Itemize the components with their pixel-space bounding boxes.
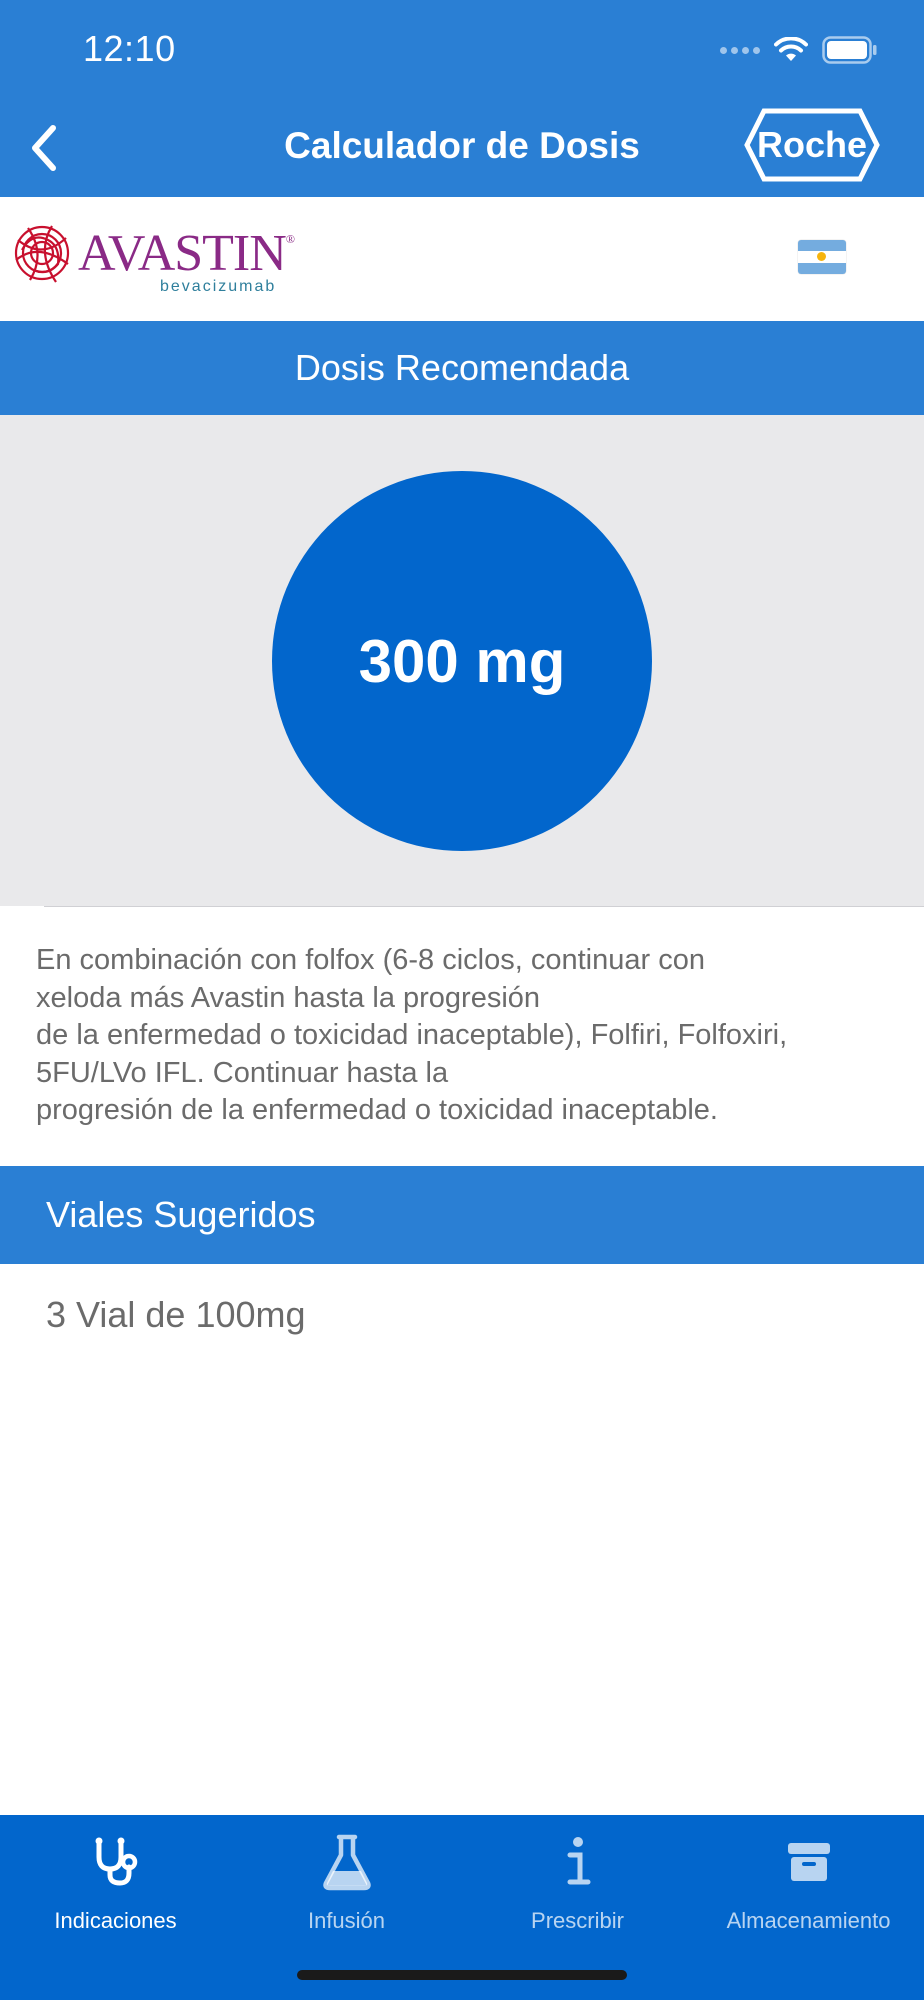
dose-section-header: Dosis Recomendada [0,321,924,415]
tab-label: Almacenamiento [726,1908,891,1933]
flask-icon [321,1830,373,1894]
divider [44,906,924,907]
description-line: En combinación con folfox (6-8 ciclos, c… [36,944,705,976]
info-icon [563,1830,593,1894]
description-line: 5FU/LVo IFL. Continuar hasta la [36,1056,449,1089]
avastin-logo-icon [8,220,76,286]
tab-label: Indicaciones [54,1908,177,1933]
cellular-signal-icon [720,46,760,54]
tab-almacenamiento[interactable]: Almacenamiento [693,1830,924,1950]
status-time: 12:10 [83,28,176,69]
battery-icon [822,36,878,64]
description-line: progresión de la enfermedad o toxicidad … [36,1094,718,1126]
vials-value: 3 Vial de 100mg [46,1294,306,1335]
stethoscope-icon [89,1830,143,1894]
wifi-icon [774,37,808,63]
roche-logo-text: Roche [757,124,867,165]
tab-prescribir[interactable]: Prescribir [462,1830,693,1950]
description-line: de la enfermedad o toxicidad inaceptable… [36,1019,788,1051]
tab-label: Infusión [307,1908,386,1933]
argentina-flag-icon[interactable] [798,240,846,274]
product-generic-name: bevacizumab [160,278,277,295]
vials-section-header: Viales Sugeridos [0,1166,924,1264]
home-indicator[interactable] [297,1970,627,1980]
dose-circle: 300 mg [272,471,652,851]
roche-logo: Roche [744,108,880,182]
dose-description: En combinación con folfox (6-8 ciclos, c… [36,942,896,1130]
product-name: AVASTIN® [78,225,295,282]
tab-indicaciones[interactable]: Indicaciones [0,1830,231,1950]
archive-box-icon [786,1830,832,1894]
description-line: xeloda más Avastin hasta la progresión [36,981,541,1014]
tab-label: Prescribir [531,1908,624,1933]
status-indicators [720,34,878,66]
dose-value: 300 mg [358,627,566,695]
tab-infusion[interactable]: Infusión [231,1830,462,1950]
